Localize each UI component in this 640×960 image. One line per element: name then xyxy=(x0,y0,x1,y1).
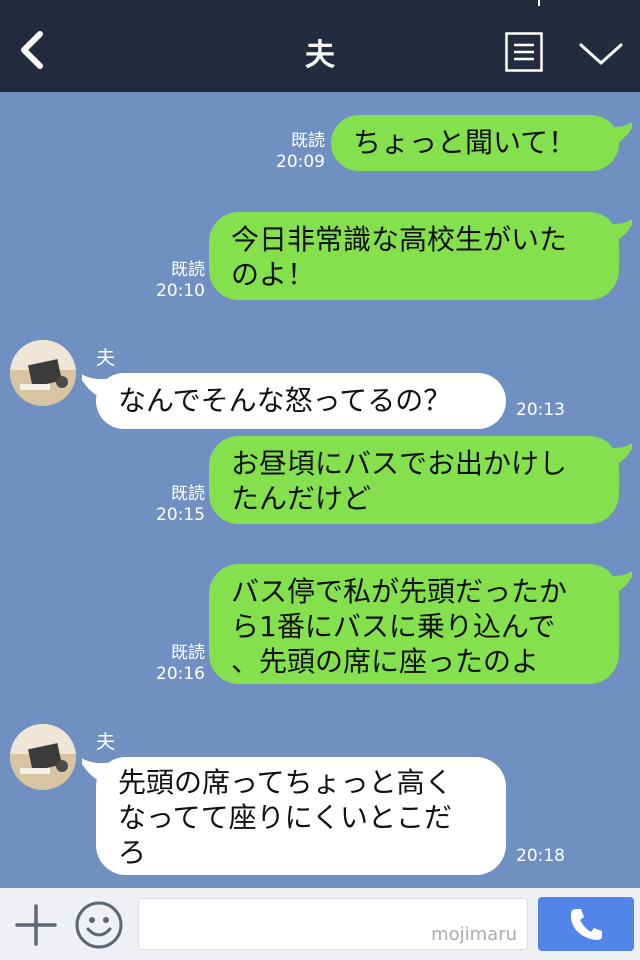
message-line: バス停で私が先頭だったか xyxy=(231,575,568,608)
sender-name: 夫 xyxy=(96,347,116,369)
message-line: 、先頭の席に座ったのよ xyxy=(231,645,540,678)
message-meta: 既読 20:09 xyxy=(270,131,325,173)
message-meta: 既読 20:15 xyxy=(150,484,205,526)
chat-header: 夫 xyxy=(0,0,640,92)
sender-name: 夫 xyxy=(96,731,116,753)
message-time: 20:16 xyxy=(156,664,205,684)
avatar[interactable] xyxy=(10,340,76,406)
message-meta: 既読 20:10 xyxy=(150,260,205,302)
message-line: なってて座りにくいとこだ xyxy=(118,801,453,834)
message-line: ろ xyxy=(118,836,147,869)
avatar-photo-icon xyxy=(10,340,76,406)
message-bubble-sent[interactable]: バス停で私が先頭だったか ら1番にバスに乗り込んで 、先頭の席に座ったのよ xyxy=(209,564,619,684)
message-line: のよ！ xyxy=(231,258,316,291)
avatar[interactable] xyxy=(10,724,76,790)
message-time: 20:09 xyxy=(276,152,325,172)
message-bubble-sent[interactable]: お昼頃にバスでお出かけし たんだけど xyxy=(209,436,619,524)
message-bubble-sent[interactable]: 今日非常識な高校生がいた のよ！ xyxy=(209,212,619,300)
menu-list-icon[interactable] xyxy=(505,32,543,72)
read-receipt: 既読 xyxy=(171,260,205,280)
chat-title: 夫 xyxy=(305,38,335,73)
phone-icon xyxy=(570,909,602,940)
message-bubble-received[interactable]: なんでそんな怒ってるの？ xyxy=(96,373,506,429)
message-bubble-received[interactable]: 先頭の席ってちょっと高く なってて座りにくいとこだ ろ xyxy=(96,757,506,875)
emoji-smile-icon[interactable] xyxy=(74,900,124,950)
message-line: 先頭の席ってちょっと高く xyxy=(118,766,453,799)
message-time: 20:10 xyxy=(156,281,205,301)
message-line: 今日非常識な高校生がいた xyxy=(231,223,568,256)
chevron-down-icon[interactable] xyxy=(578,40,624,68)
message-time: 20:15 xyxy=(156,505,205,525)
message-line: なんでそんな怒ってるの？ xyxy=(118,384,452,417)
message-line: ら1番にバスに乗り込んで xyxy=(231,610,556,643)
avatar-photo-icon xyxy=(10,724,76,790)
message-line: ちょっと聞いて！ xyxy=(353,126,577,159)
read-receipt: 既読 xyxy=(171,484,205,504)
message-meta: 既読 20:16 xyxy=(150,643,205,685)
message-time: 20:13 xyxy=(516,400,565,420)
read-receipt: 既読 xyxy=(171,643,205,663)
message-bubble-sent[interactable]: ちょっと聞いて！ xyxy=(331,115,619,171)
message-time: 20:18 xyxy=(516,846,565,866)
call-button[interactable] xyxy=(538,897,634,951)
read-receipt: 既読 xyxy=(291,131,325,151)
message-line: お昼頃にバスでお出かけし xyxy=(231,447,568,480)
message-line: たんだけど xyxy=(231,482,372,515)
watermark-text: mojimaru xyxy=(431,924,517,945)
plus-icon[interactable] xyxy=(14,903,58,947)
status-notch xyxy=(538,0,540,6)
message-input[interactable]: mojimaru xyxy=(138,898,528,950)
